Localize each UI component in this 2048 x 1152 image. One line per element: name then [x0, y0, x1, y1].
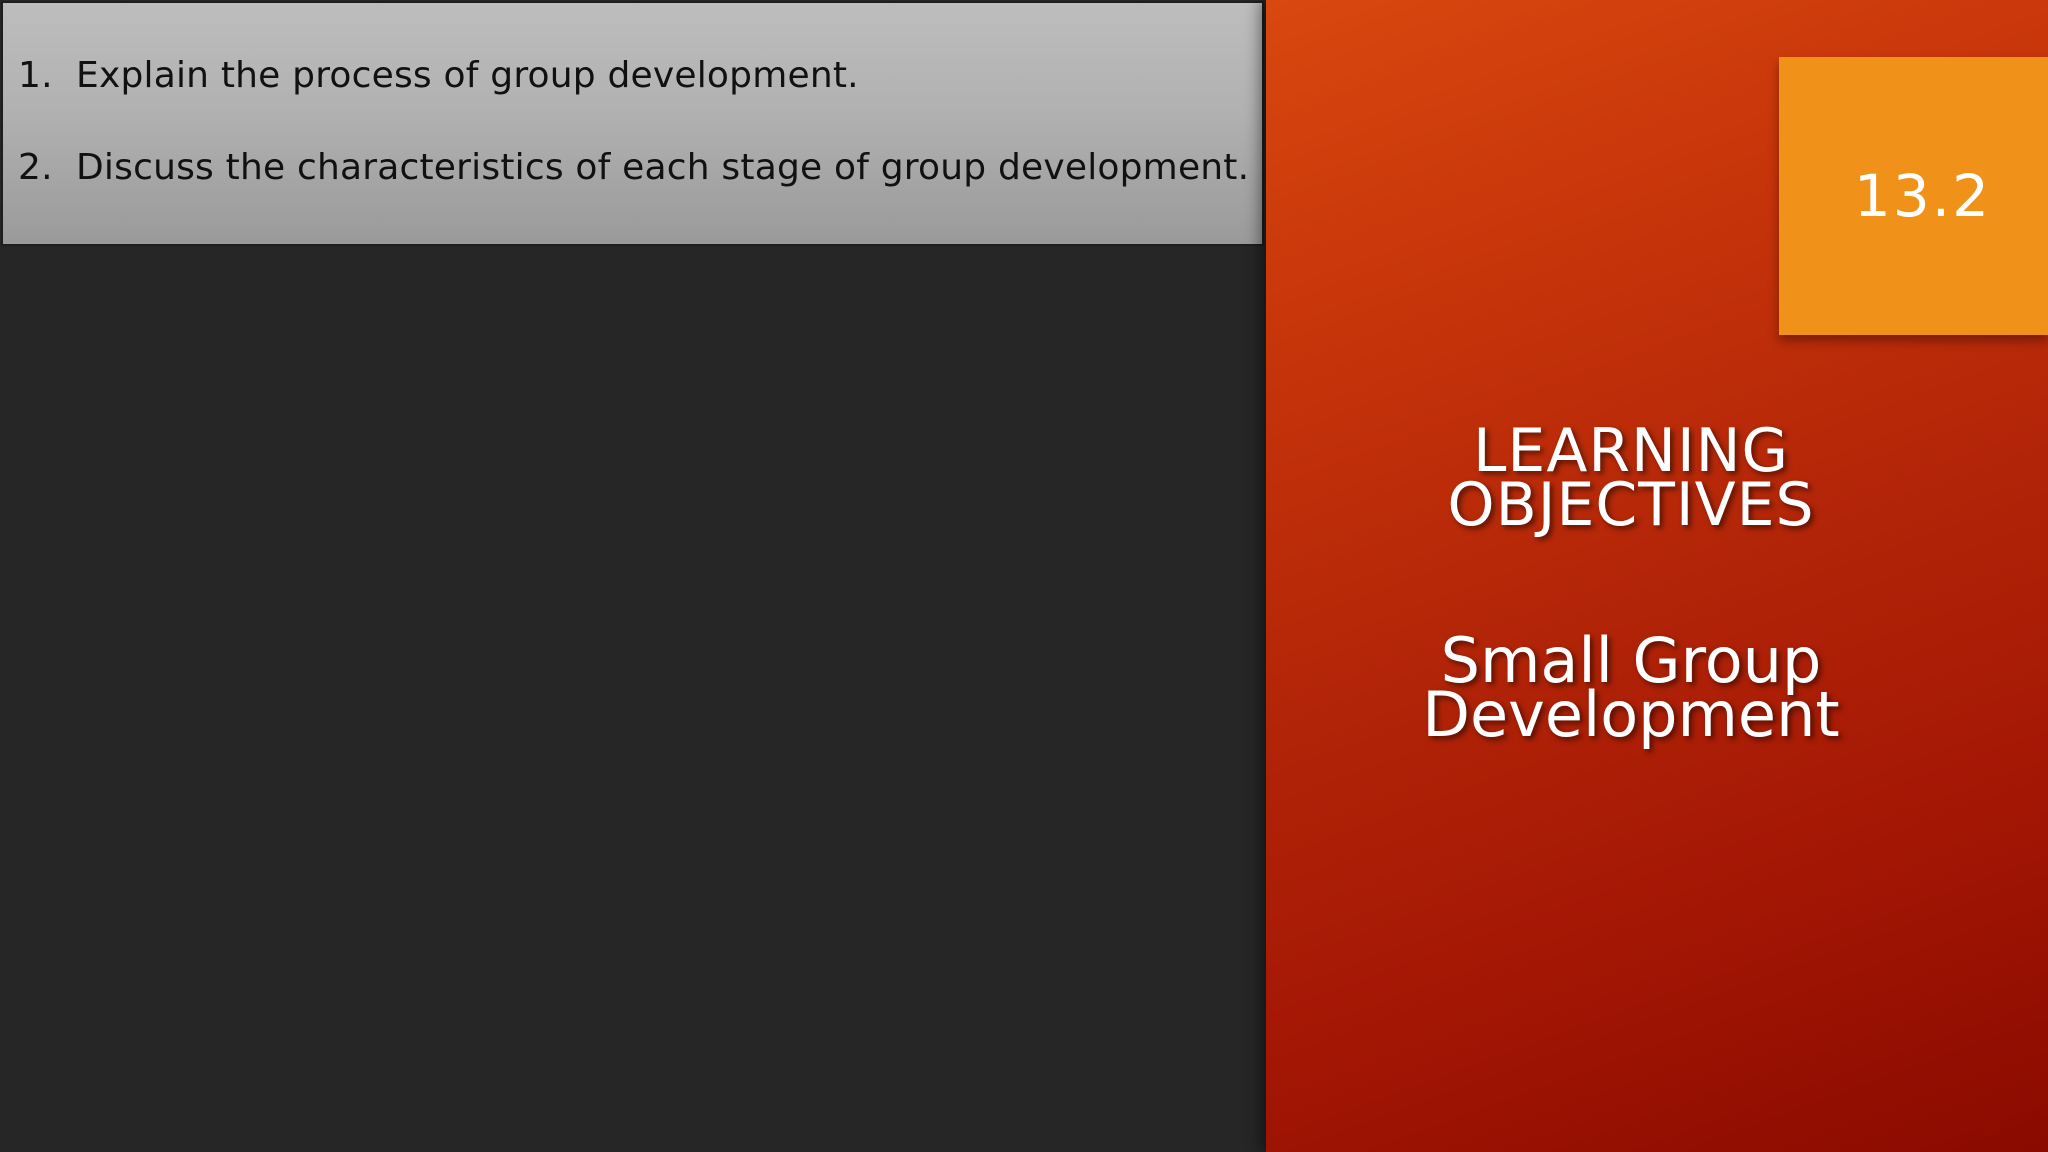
slide-title: LEARNING OBJECTIVES: [1366, 421, 1896, 540]
objectives-box: 1. Explain the process of group developme…: [1, 1, 1264, 246]
slide-subtitle-line: Development: [1422, 678, 1840, 751]
objective-number: 2.: [18, 147, 53, 188]
objective-item: 1. Explain the process of group developme…: [18, 55, 859, 96]
objective-text: Discuss the characteristics of each stag…: [76, 147, 1250, 188]
objective-number: 1.: [18, 55, 53, 96]
slide: 1. Explain the process of group developme…: [0, 0, 2048, 1152]
section-number: 13.2: [1853, 162, 1992, 230]
slide-subtitle: Small Group Development: [1366, 630, 1896, 751]
section-badge: 13.2: [1779, 57, 2048, 335]
objective-text: Explain the process of group development…: [76, 55, 859, 96]
slide-title-line: OBJECTIVES: [1447, 470, 1815, 540]
objective-item: 2. Discuss the characteristics of each st…: [18, 147, 1249, 188]
